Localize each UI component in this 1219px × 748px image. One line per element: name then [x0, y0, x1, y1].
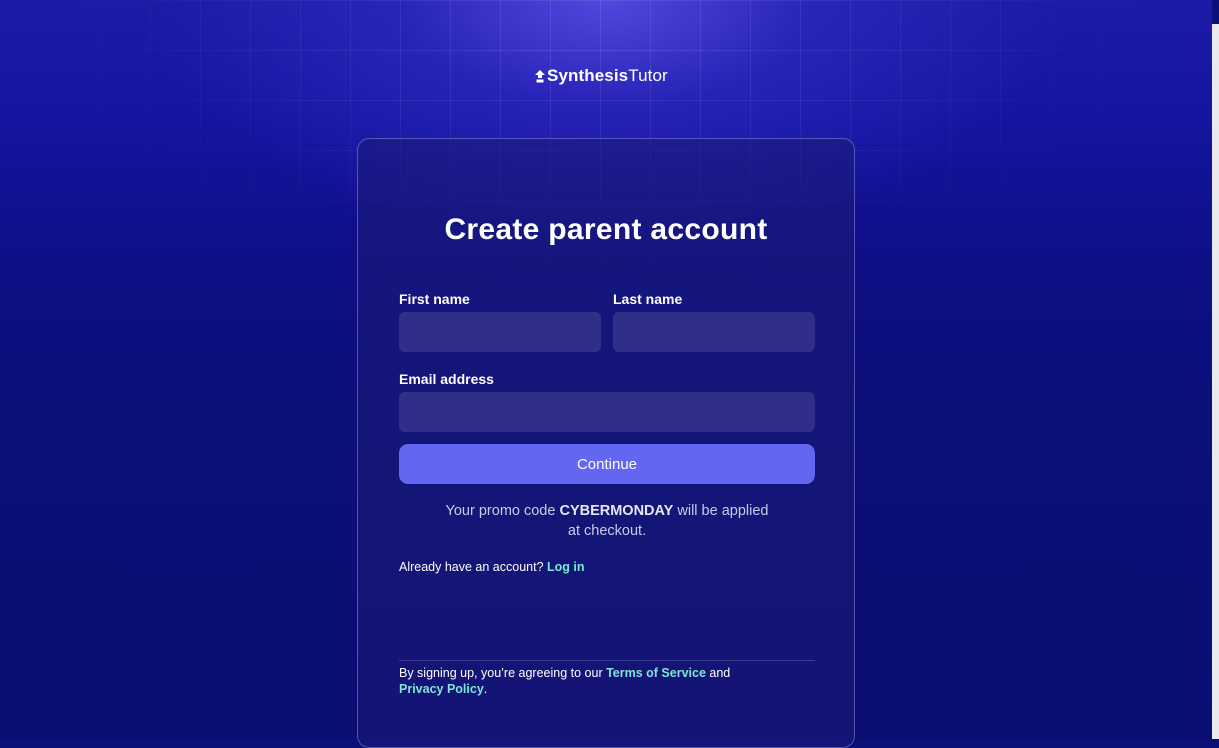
brand-name-bold: Synthesis: [547, 66, 629, 85]
terms-prefix: By signing up, you’re agreeing to our: [399, 666, 607, 680]
terms-middle: and: [705, 666, 731, 680]
divider: [399, 660, 815, 661]
first-name-input[interactable]: [399, 312, 601, 352]
promo-prefix: Your promo code: [445, 503, 560, 519]
scrollbar-top-gap: [1212, 0, 1219, 24]
brand-logo[interactable]: Synthesis Tutor: [535, 64, 668, 88]
promo-message: Your promo code CYBERMONDAY will be appl…: [399, 501, 815, 541]
email-input[interactable]: [399, 392, 815, 432]
scrollbar[interactable]: [1212, 0, 1219, 739]
login-prompt-line: Already have an account? Log in: [399, 560, 585, 574]
promo-code: CYBERMONDAY: [559, 503, 674, 519]
privacy-policy-link[interactable]: Privacy Policy: [399, 682, 484, 696]
login-link[interactable]: Log in: [547, 560, 585, 574]
brand-name-light: Tutor: [628, 66, 668, 85]
promo-suffix-line1: will be applied: [673, 503, 769, 519]
login-prompt: Already have an account?: [399, 560, 544, 574]
last-name-input[interactable]: [613, 312, 815, 352]
last-name-label: Last name: [613, 291, 683, 307]
terms-of-service-link[interactable]: Terms of Service: [606, 666, 706, 680]
signup-card: Create parent account First name Last na…: [357, 138, 855, 748]
terms-suffix: .: [483, 682, 488, 696]
up-arrow-logo-icon: [535, 69, 545, 82]
promo-suffix-line2: at checkout.: [567, 523, 647, 539]
terms-notice: By signing up, you’re agreeing to our Te…: [399, 665, 815, 697]
continue-button[interactable]: Continue: [399, 444, 815, 484]
page-title: Create parent account: [444, 213, 768, 246]
email-label: Email address: [399, 371, 494, 387]
first-name-label: First name: [399, 291, 470, 307]
